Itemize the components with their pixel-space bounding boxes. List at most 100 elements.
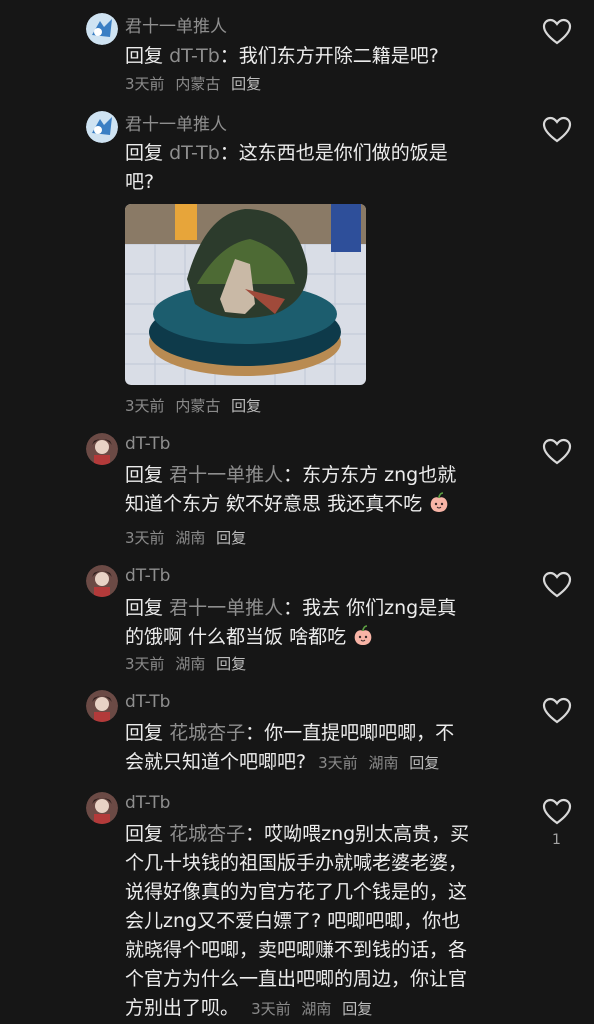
comment-text: 回复 dT-Tb：我们东方开除二籍是吧? <box>125 42 510 71</box>
reply-button[interactable]: 回复 <box>216 655 246 673</box>
comment-meta: 3天前 湖南 回复 <box>245 1000 372 1018</box>
avatar[interactable] <box>86 433 118 465</box>
reply-word: 回复 <box>125 597 164 619</box>
comment-content: 知道个东方 欸不好意思 我还真不吃 <box>125 493 423 515</box>
location: 内蒙古 <box>175 397 221 415</box>
like-button[interactable] <box>542 438 572 466</box>
reply-button[interactable]: 回复 <box>409 754 439 772</box>
avatar[interactable] <box>86 565 118 597</box>
separator: ： <box>245 823 265 845</box>
reply-target[interactable]: 君十一单推人 <box>169 464 283 486</box>
comment-line: 吧? <box>125 171 155 193</box>
heart-icon <box>542 18 572 45</box>
comment-text: 回复 君十一单推人：东方东方 zng也就 知道个东方 欸不好意思 我还真不吃 <box>125 461 510 519</box>
username[interactable]: 君十一单推人 <box>125 110 227 135</box>
comment-content: 我去 你们zng是真 <box>302 597 457 619</box>
location: 湖南 <box>368 754 399 772</box>
timestamp: 3天前 <box>125 397 165 415</box>
timestamp: 3天前 <box>318 754 358 772</box>
comment-text: 回复 君十一单推人：我去 你们zng是真 的饿啊 什么都当饭 啥都吃 <box>125 594 510 652</box>
comment-line: 说得好像真的为官方花了几个钱是的，这 <box>125 881 468 903</box>
avatar[interactable] <box>86 792 118 824</box>
peach-face-icon <box>354 625 372 645</box>
username[interactable]: dT-Tb <box>125 692 170 712</box>
comment-content: 你一直提吧唧吧唧，不 <box>264 722 455 744</box>
reply-target[interactable]: 花城杏子 <box>169 823 245 845</box>
comment-text: 回复 花城杏子：哎呦喂zng别太高贵，买 个几十块钱的祖国版手办就喊老婆老婆， … <box>125 820 525 1024</box>
location: 湖南 <box>175 655 206 673</box>
timestamp: 3天前 <box>251 1000 291 1018</box>
comment-image[interactable] <box>125 204 366 385</box>
timestamp: 3天前 <box>125 75 165 93</box>
like-count: 1 <box>552 832 561 848</box>
reply-button[interactable]: 回复 <box>231 397 261 415</box>
reply-button[interactable]: 回复 <box>231 75 261 93</box>
reply-target[interactable]: 花城杏子 <box>169 722 245 744</box>
reply-target[interactable]: dT-Tb <box>169 142 220 164</box>
comment-line: 的饿啊 什么都当饭 啥都吃 <box>125 623 510 652</box>
comment-content: 会就只知道个吧唧吧? <box>125 751 307 773</box>
reply-target[interactable]: dT-Tb <box>169 45 220 67</box>
reply-word: 回复 <box>125 464 164 486</box>
like-button[interactable] <box>542 697 572 725</box>
separator: ： <box>219 142 239 164</box>
comment-line: 就晓得个吧唧，卖吧唧赚不到钱的话，各 <box>125 939 468 961</box>
comment-content: 哎呦喂zng别太高贵，买 <box>264 823 470 845</box>
comment-line: 方别出了呗。 3天前 湖南 回复 <box>125 994 525 1024</box>
like-button[interactable] <box>542 18 572 46</box>
username[interactable]: dT-Tb <box>125 793 170 813</box>
timestamp: 3天前 <box>125 529 165 547</box>
username[interactable]: dT-Tb <box>125 434 170 454</box>
location: 湖南 <box>175 529 206 547</box>
comment-line: 知道个东方 欸不好意思 我还真不吃 <box>125 490 510 519</box>
timestamp: 3天前 <box>125 655 165 673</box>
comment-content: 东方东方 zng也就 <box>302 464 457 486</box>
comment-meta: 3天前 湖南 回复 <box>312 754 439 772</box>
figure-photo-icon <box>125 204 366 385</box>
reply-button[interactable]: 回复 <box>342 1000 372 1018</box>
comment-line: 个官方为什么一直出吧唧的周边，你让官 <box>125 968 468 990</box>
separator: ： <box>245 722 265 744</box>
reply-word: 回复 <box>125 45 164 67</box>
comment-line: 回复 花城杏子：哎呦喂zng别太高贵，买 <box>125 820 525 849</box>
comment-meta: 3天前 湖南 回复 <box>125 527 252 548</box>
heart-icon <box>542 571 572 598</box>
comment-meta: 3天前 内蒙古 回复 <box>125 395 267 416</box>
separator: ： <box>219 45 239 67</box>
comment-content: 方别出了呗。 <box>125 997 240 1019</box>
heart-icon <box>542 438 572 465</box>
comment-meta: 3天前 内蒙古 回复 <box>125 73 267 94</box>
comment-line: 个几十块钱的祖国版手办就喊老婆老婆， <box>125 852 468 874</box>
comment-line: 回复 君十一单推人：我去 你们zng是真 <box>125 594 510 623</box>
username[interactable]: 君十一单推人 <box>125 12 227 37</box>
avatar[interactable] <box>86 111 118 143</box>
comment-content: 这东西也是你们做的饭是 <box>238 142 448 164</box>
avatar[interactable] <box>86 13 118 45</box>
heart-icon <box>542 798 572 825</box>
comment-line: 回复 花城杏子：你一直提吧唧吧唧，不 <box>125 719 510 748</box>
reply-word: 回复 <box>125 823 164 845</box>
reply-target[interactable]: 君十一单推人 <box>169 597 283 619</box>
reply-word: 回复 <box>125 142 164 164</box>
separator: ： <box>283 464 303 486</box>
comment-line: 回复 君十一单推人：东方东方 zng也就 <box>125 461 510 490</box>
username[interactable]: dT-Tb <box>125 566 170 586</box>
comment-line: 会儿zng又不爱白嫖了? 吧唧吧唧，你也 <box>125 910 461 932</box>
reply-button[interactable]: 回复 <box>216 529 246 547</box>
comment-text: 回复 dT-Tb：这东西也是你们做的饭是 吧? <box>125 139 510 197</box>
avatar[interactable] <box>86 690 118 722</box>
heart-icon <box>542 116 572 143</box>
location: 内蒙古 <box>175 75 221 93</box>
like-button[interactable] <box>542 116 572 144</box>
comment-meta: 3天前 湖南 回复 <box>125 653 252 674</box>
like-button[interactable] <box>542 798 572 826</box>
like-button[interactable] <box>542 571 572 599</box>
reply-word: 回复 <box>125 722 164 744</box>
comment-content: 我们东方开除二籍是吧? <box>238 45 439 67</box>
peach-face-icon <box>430 492 448 512</box>
comment-text: 回复 花城杏子：你一直提吧唧吧唧，不 会就只知道个吧唧吧? 3天前 湖南 回复 <box>125 719 510 778</box>
comment-line: 会就只知道个吧唧吧? 3天前 湖南 回复 <box>125 748 510 778</box>
separator: ： <box>283 597 303 619</box>
location: 湖南 <box>301 1000 332 1018</box>
heart-icon <box>542 697 572 724</box>
